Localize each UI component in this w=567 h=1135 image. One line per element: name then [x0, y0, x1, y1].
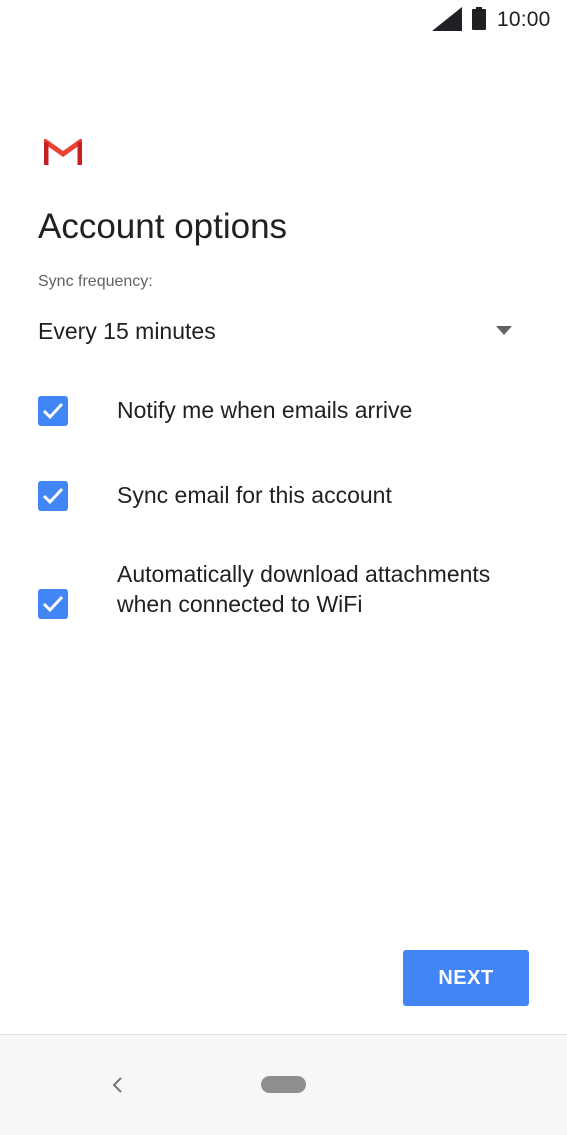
sync-frequency-value: Every 15 minutes	[38, 318, 216, 344]
gmail-logo-icon	[44, 139, 82, 165]
notify-emails-label: Notify me when emails arrive	[117, 397, 413, 423]
home-icon[interactable]	[261, 1076, 306, 1093]
back-icon[interactable]	[108, 1073, 126, 1097]
sync-email-option[interactable]: Sync email for this account	[38, 480, 528, 512]
next-button[interactable]: NEXT	[403, 950, 529, 1006]
notify-emails-option[interactable]: Notify me when emails arrive	[38, 395, 528, 427]
navigation-bar	[0, 1034, 567, 1135]
dropdown-arrow-icon	[496, 326, 512, 335]
status-time: 10:00	[497, 8, 551, 31]
battery-icon	[472, 7, 486, 30]
sync-frequency-label: Sync frequency:	[38, 273, 153, 290]
signal-icon	[432, 7, 462, 31]
notify-emails-checkbox[interactable]	[38, 396, 68, 426]
checkmark-icon	[42, 487, 64, 505]
page-title: Account options	[38, 207, 288, 246]
sync-frequency-select[interactable]: Every 15 minutes	[38, 314, 522, 354]
auto-download-label: Automatically download attachments when …	[117, 561, 491, 617]
checkmark-icon	[42, 595, 64, 613]
auto-download-option[interactable]: Automatically download attachments when …	[38, 559, 528, 651]
sync-email-checkbox[interactable]	[38, 481, 68, 511]
auto-download-checkbox[interactable]	[38, 589, 68, 619]
status-bar: 10:00	[0, 0, 567, 40]
checkmark-icon	[42, 402, 64, 420]
sync-email-label: Sync email for this account	[117, 482, 392, 508]
